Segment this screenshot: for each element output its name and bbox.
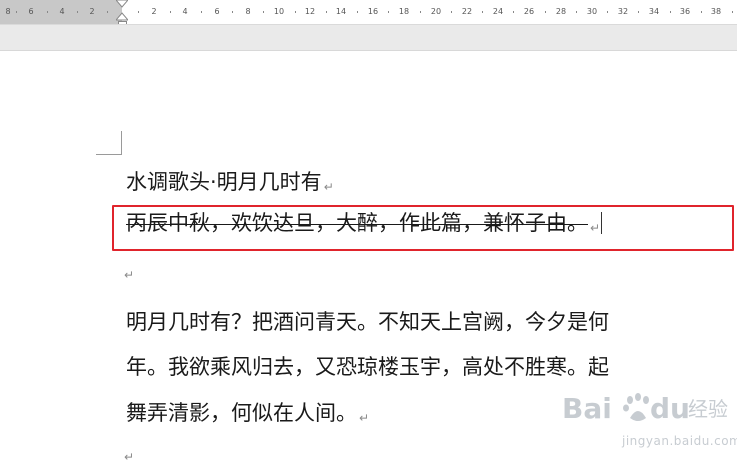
ruler-tick: 26 bbox=[523, 7, 535, 16]
ruler-tick: 6 bbox=[28, 7, 34, 16]
horizontal-ruler[interactable]: 8 6 4 2 2 4 6 8 10 12 14 16 18 20 22 24 … bbox=[0, 0, 737, 25]
ruler-minor-tick bbox=[232, 11, 233, 13]
poem-line-text: 年。我欲乘风归去，又恐琼楼玉宇，高处不胜寒。起 bbox=[126, 355, 609, 379]
ruler-minor-tick bbox=[545, 11, 546, 13]
ruler-tick: 6 bbox=[214, 7, 220, 16]
ruler-minor-tick bbox=[201, 11, 202, 13]
ruler-minor-tick bbox=[732, 11, 733, 13]
highlight-box bbox=[112, 205, 734, 251]
ruler-tick: 4 bbox=[182, 7, 188, 16]
ruler-minor-tick bbox=[263, 11, 264, 13]
poem-line-2[interactable]: 年。我欲乘风归去，又恐琼楼玉宇，高处不胜寒。起 bbox=[126, 352, 609, 382]
empty-paragraph-mark-icon: ↵ bbox=[124, 268, 135, 282]
ruler-minor-tick bbox=[576, 11, 577, 13]
ruler-tick: 24 bbox=[492, 7, 504, 16]
ruler-minor-tick bbox=[638, 11, 639, 13]
paragraph-mark-icon: ↵ bbox=[359, 411, 370, 425]
ruler-minor-tick bbox=[670, 11, 671, 13]
poem-title[interactable]: 水调歌头·明月几时有 ↵ bbox=[126, 168, 334, 201]
ruler-tick: 8 bbox=[5, 7, 11, 16]
ruler-tick: 8 bbox=[245, 7, 251, 16]
poem-line-text: 明月几时有？把酒问青天。不知天上宫阙，今夕是何 bbox=[126, 310, 609, 334]
ruler-minor-tick bbox=[482, 11, 483, 13]
margin-corner-mark bbox=[96, 131, 122, 155]
ruler-minor-tick bbox=[420, 11, 421, 13]
ruler-tick: 32 bbox=[617, 7, 629, 16]
ruler-minor-tick bbox=[451, 11, 452, 13]
ruler-tick: 10 bbox=[273, 7, 285, 16]
poem-title-text: 水调歌头·明月几时有 bbox=[126, 170, 322, 194]
page-top-gutter bbox=[0, 25, 737, 51]
ruler-tick: 14 bbox=[335, 7, 347, 16]
ruler-tick: 22 bbox=[461, 7, 473, 16]
poem-line-3[interactable]: 舞弄清影，何似在人间。 ↵ bbox=[126, 398, 369, 433]
ruler-minor-tick bbox=[77, 11, 78, 13]
ruler-tick: 30 bbox=[586, 7, 598, 16]
ruler-minor-tick bbox=[138, 11, 139, 13]
ruler-minor-tick bbox=[170, 11, 171, 13]
ruler-tick: 4 bbox=[59, 7, 65, 16]
ruler-tick: 12 bbox=[304, 7, 316, 16]
ruler-minor-tick bbox=[513, 11, 514, 13]
first-line-indent-marker[interactable] bbox=[116, 0, 128, 22]
poem-line-1[interactable]: 明月几时有？把酒问青天。不知天上宫阙，今夕是何 bbox=[126, 307, 609, 337]
poem-line-text: 舞弄清影，何似在人间。 bbox=[126, 401, 357, 425]
ruler-tick: 34 bbox=[648, 7, 660, 16]
ruler-minor-tick bbox=[326, 11, 327, 13]
ruler-minor-tick bbox=[607, 11, 608, 13]
ruler-minor-tick bbox=[47, 11, 48, 13]
ruler-tick: 18 bbox=[398, 7, 410, 16]
ruler-minor-tick bbox=[107, 11, 108, 13]
ruler-minor-tick bbox=[295, 11, 296, 13]
ruler-minor-tick bbox=[357, 11, 358, 13]
ruler-tick: 38 bbox=[710, 7, 722, 16]
ruler-minor-tick bbox=[388, 11, 389, 13]
ruler-tick: 2 bbox=[151, 7, 157, 16]
ruler-minor-tick bbox=[701, 11, 702, 13]
ruler-tick: 16 bbox=[367, 7, 379, 16]
ruler-minor-tick bbox=[16, 11, 17, 13]
paragraph-mark-icon: ↵ bbox=[323, 180, 334, 194]
ruler-tick: 36 bbox=[679, 7, 691, 16]
ruler-tick: 20 bbox=[430, 7, 442, 16]
ruler-tick: 28 bbox=[555, 7, 567, 16]
ruler-tick: 2 bbox=[89, 7, 95, 16]
